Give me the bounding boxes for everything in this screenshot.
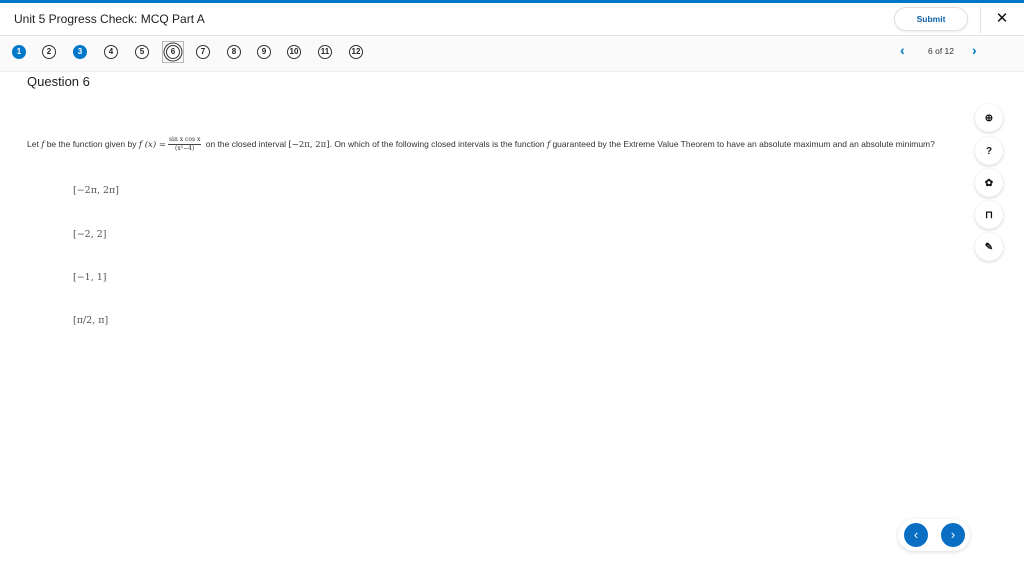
settings-gear-icon[interactable]: ✿ [975, 169, 1003, 197]
header: Unit 5 Progress Check: MCQ Part A Submit… [0, 3, 1024, 36]
next-button[interactable]: › [941, 523, 965, 547]
answer-choice-d[interactable]: [π/2, π] [73, 315, 108, 326]
question-bubble-8[interactable]: 8 [227, 45, 241, 59]
question-position: 6 of 12 [928, 46, 954, 56]
previous-button[interactable]: ‹ [904, 523, 928, 547]
help-icon[interactable]: ? [975, 137, 1003, 165]
question-bubble-10[interactable]: 10 [287, 45, 301, 59]
zoom-in-icon[interactable]: ⊕ [975, 104, 1003, 132]
submit-button[interactable]: Submit [894, 7, 968, 31]
answer-choice-b[interactable]: [−2, 2] [73, 229, 107, 240]
fraction: sin x cos x (x²−4) [167, 136, 202, 153]
question-bubble-1[interactable]: 1 [12, 45, 26, 59]
question-bubble-7[interactable]: 7 [196, 45, 210, 59]
fraction-denominator: (x²−4) [175, 145, 195, 153]
next-question-arrow-icon[interactable]: › [972, 42, 977, 58]
stem-text: on the closed interval [203, 139, 289, 149]
answer-choice-a[interactable]: [−2π, 2π] [73, 185, 119, 196]
question-bubble-6[interactable]: 6 [166, 45, 180, 59]
question-bubble-2[interactable]: 2 [42, 45, 56, 59]
math-interval: [−2π, 2π] [288, 140, 330, 150]
close-icon[interactable]: ✕ [992, 9, 1012, 29]
previous-question-arrow-icon[interactable]: ‹ [900, 42, 905, 58]
stem-text: Let [27, 139, 42, 149]
question-bubble-12[interactable]: 12 [349, 45, 363, 59]
question-bubble-4[interactable]: 4 [104, 45, 118, 59]
bookmark-icon[interactable]: ⊓ [975, 201, 1003, 229]
question-stem: Let f be the function given by f (x) = si… [27, 136, 957, 154]
pencil-annotate-icon[interactable]: ✎ [975, 233, 1003, 261]
fraction-numerator: sin x cos x [167, 136, 202, 146]
stem-text: . On which of the following closed inter… [329, 139, 547, 149]
stem-text: guaranteed by the Extreme Value Theorem … [550, 139, 935, 149]
question-bubble-11[interactable]: 11 [318, 45, 332, 59]
stem-text: be the function given by [44, 139, 139, 149]
divider [980, 7, 981, 33]
question-navigator: 1 2 3 4 5 6 7 8 9 10 11 12 ‹ 6 of 12 › [0, 37, 1024, 72]
answer-choice-c[interactable]: [−1, 1] [73, 272, 107, 283]
math-fx: f (x) = [138, 140, 166, 150]
question-bubble-5[interactable]: 5 [135, 45, 149, 59]
page-title: Unit 5 Progress Check: MCQ Part A [14, 12, 205, 26]
bottom-navigation: ‹ › [898, 519, 970, 551]
question-bubble-9[interactable]: 9 [257, 45, 271, 59]
question-bubble-3[interactable]: 3 [73, 45, 87, 59]
question-title: Question 6 [27, 74, 90, 89]
